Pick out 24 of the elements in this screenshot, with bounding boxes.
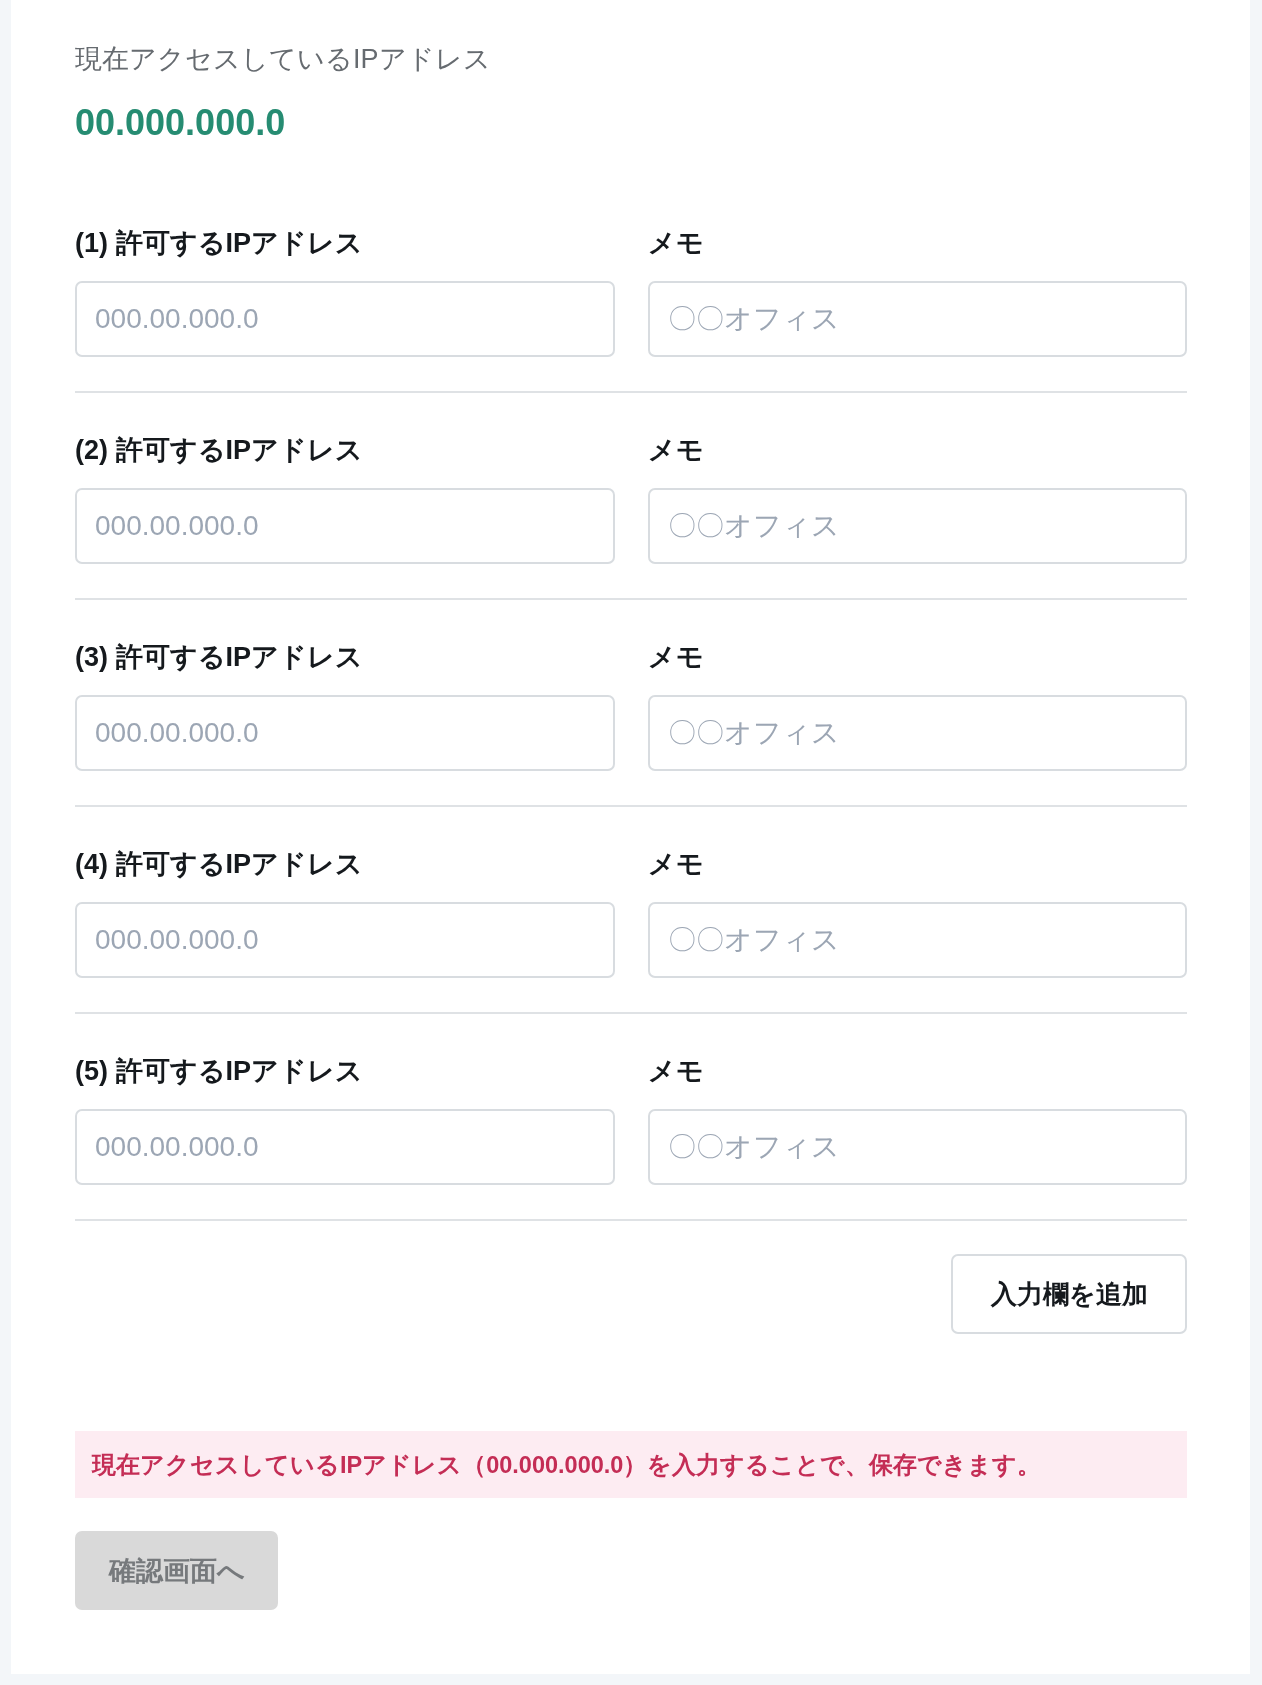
memo-label: メモ — [647, 641, 704, 674]
current-ip-value: 00.000.000.0 — [75, 101, 286, 145]
memo-field[interactable]: 〇〇オフィス — [647, 281, 1187, 357]
ip-address-field[interactable]: 000.00.000.0 — [75, 695, 615, 771]
ip-address-label: (2) 許可するIPアドレス — [75, 434, 363, 467]
ip-address-label: (4) 許可するIPアドレス — [75, 848, 363, 881]
add-field-button[interactable]: 入力欄を追加 — [951, 1254, 1187, 1334]
memo-field[interactable]: 〇〇オフィス — [647, 1109, 1187, 1185]
memo-label: メモ — [647, 848, 704, 881]
ip-address-label: (5) 許可するIPアドレス — [75, 1055, 363, 1088]
memo-field[interactable]: 〇〇オフィス — [647, 902, 1187, 978]
current-ip-label: 現在アクセスしているIPアドレス — [75, 43, 491, 76]
error-message: 現在アクセスしているIPアドレス（00.000.000.0）を入力することで、保存できます。 — [75, 1431, 1187, 1498]
ip-address-field[interactable]: 000.00.000.0 — [75, 488, 615, 564]
ip-address-label: (3) 許可するIPアドレス — [75, 641, 363, 674]
memo-label: メモ — [647, 227, 704, 260]
memo-field[interactable]: 〇〇オフィス — [647, 695, 1187, 771]
memo-label: メモ — [647, 434, 704, 467]
ip-address-label: (1) 許可するIPアドレス — [75, 227, 363, 260]
ip-address-field[interactable]: 000.00.000.0 — [75, 902, 615, 978]
memo-field[interactable]: 〇〇オフィス — [647, 488, 1187, 564]
memo-label: メモ — [647, 1055, 704, 1088]
ip-address-field[interactable]: 000.00.000.0 — [75, 281, 615, 357]
ip-address-field[interactable]: 000.00.000.0 — [75, 1109, 615, 1185]
